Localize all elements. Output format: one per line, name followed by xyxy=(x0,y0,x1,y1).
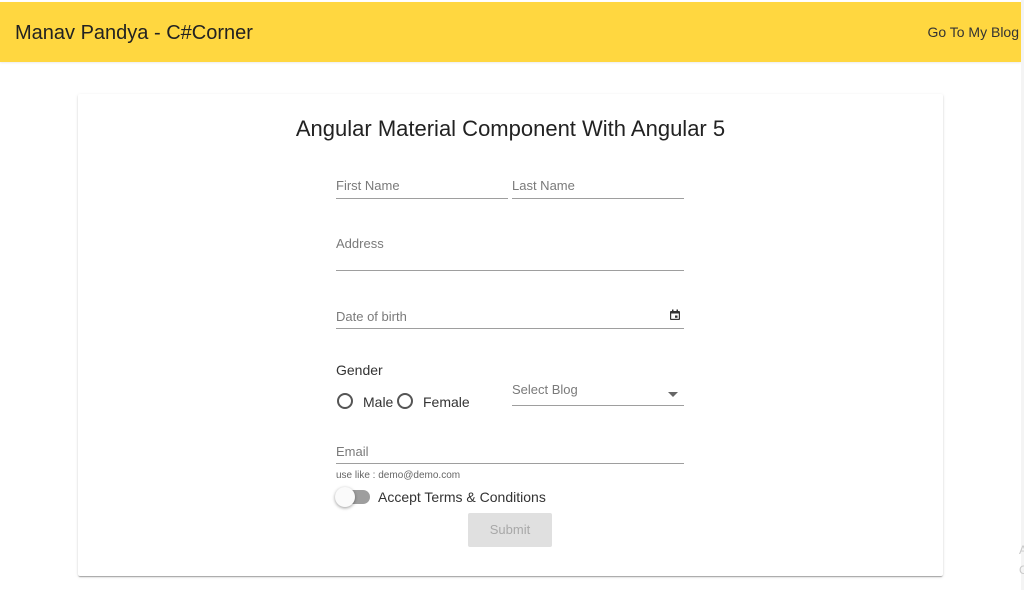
date-of-birth-field[interactable]: Date of birth xyxy=(336,309,684,329)
last-name-placeholder: Last Name xyxy=(512,178,575,193)
email-field[interactable]: Email xyxy=(336,444,684,464)
female-radio-label[interactable]: Female xyxy=(423,394,470,410)
submit-button[interactable]: Submit xyxy=(468,513,552,547)
female-radio[interactable] xyxy=(397,393,413,409)
gender-label: Gender xyxy=(336,362,383,378)
form-title: Angular Material Component With Angular … xyxy=(295,116,726,141)
first-name-placeholder: First Name xyxy=(336,178,400,193)
calendar-icon[interactable] xyxy=(669,309,681,321)
address-field[interactable]: Address xyxy=(336,236,684,271)
select-blog-placeholder: Select Blog xyxy=(512,382,578,397)
date-of-birth-placeholder: Date of birth xyxy=(336,309,407,324)
male-radio-label[interactable]: Male xyxy=(363,394,393,410)
select-blog-dropdown[interactable]: Select Blog xyxy=(512,382,684,406)
first-name-field[interactable]: First Name xyxy=(336,178,508,199)
form-card: Angular Material Component With Angular … xyxy=(78,94,943,576)
go-to-blog-link[interactable]: Go To My Blog xyxy=(927,24,1019,40)
edge-mark: G xyxy=(1019,563,1024,577)
toggle-thumb xyxy=(335,487,355,507)
top-toolbar: Manav Pandya - C#Corner Go To My Blog xyxy=(0,2,1021,62)
email-hint: use like : demo@demo.com xyxy=(336,470,461,481)
terms-toggle[interactable] xyxy=(335,487,370,507)
email-placeholder: Email xyxy=(336,444,369,459)
terms-label[interactable]: Accept Terms & Conditions xyxy=(378,489,546,505)
edge-mark: A xyxy=(1019,543,1024,557)
last-name-field[interactable]: Last Name xyxy=(512,178,684,199)
dropdown-arrow-icon xyxy=(668,392,678,397)
male-radio[interactable] xyxy=(337,393,353,409)
app-title: Manav Pandya - C#Corner xyxy=(15,22,253,44)
address-placeholder: Address xyxy=(336,236,384,251)
